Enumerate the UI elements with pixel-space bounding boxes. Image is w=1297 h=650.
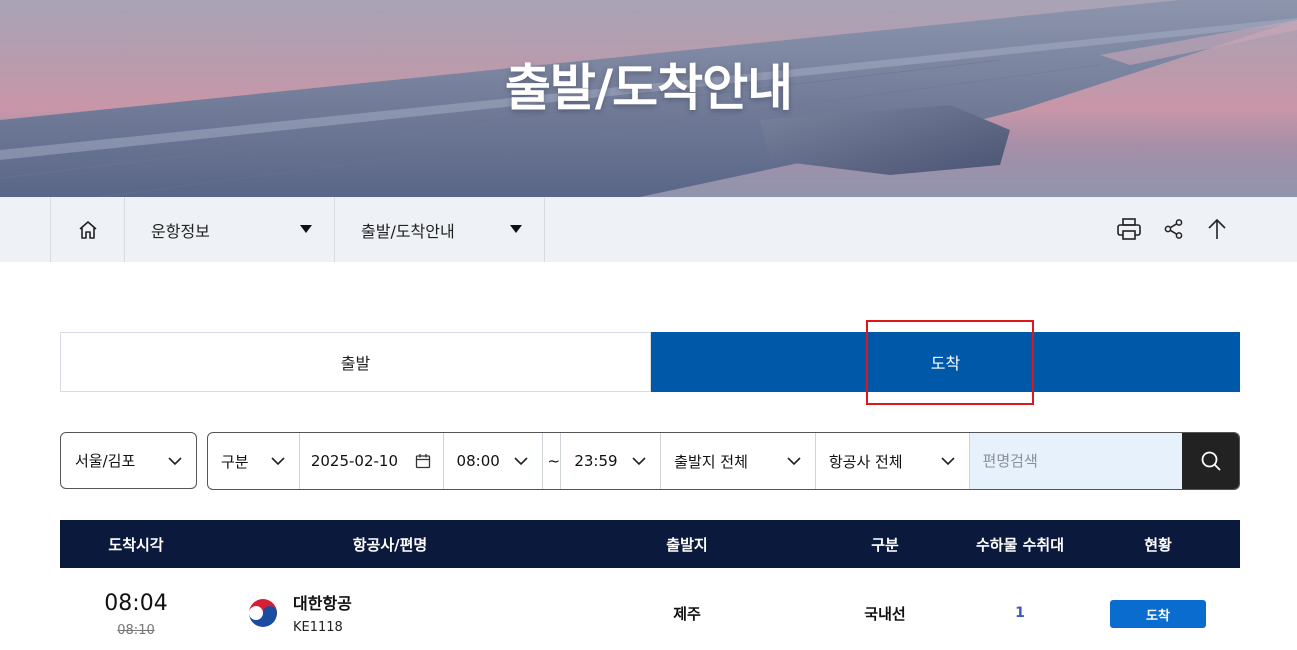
status-cell: 도착 [1076, 600, 1240, 628]
column-header-arrival-time: 도착시각 [108, 535, 164, 554]
breadcrumb-menu-operation[interactable]: 운항정보 [125, 197, 335, 262]
date-value: 2025-02-10 [310, 452, 399, 470]
calendar-icon [415, 454, 430, 469]
scroll-top-button[interactable] [1202, 214, 1232, 244]
chevron-down-icon [940, 457, 955, 466]
status-badge: 도착 [1110, 600, 1206, 628]
region-select-value: 서울/김포 [75, 452, 136, 470]
breadcrumb-menu-arrivals[interactable]: 출발/도착안내 [335, 197, 545, 262]
table-row: 08:04 08:10 대한항공 KE1118 제주 국내선 1 도착 [60, 568, 1240, 650]
flight-number: KE1118 [293, 619, 343, 635]
type-select[interactable]: 구분 [208, 433, 300, 489]
caret-down-icon [300, 225, 312, 233]
column-header-status: 현황 [1144, 535, 1172, 554]
airline-select[interactable]: 항공사 전체 [816, 433, 970, 489]
chevron-down-icon [168, 457, 182, 466]
carousel-cell: 1 [964, 598, 1076, 628]
type-select-value: 구분 [221, 452, 249, 471]
time-from-value: 08:00 [456, 452, 500, 470]
breadcrumb-menu-label: 운항정보 [151, 221, 210, 241]
scheduled-time-cell: 08:10 [60, 620, 212, 640]
flight-search-input[interactable] [969, 433, 1183, 489]
actual-time: 08:04 [104, 590, 168, 616]
column-header-airline-flight: 항공사/편명 [352, 535, 428, 554]
arrow-up-icon [1208, 218, 1226, 239]
chevron-down-icon [632, 457, 646, 466]
origin-city: 제주 [673, 604, 701, 623]
chevron-down-icon [514, 457, 528, 466]
tab-departure[interactable]: 출발 [60, 332, 651, 392]
flight-type: 국내선 [864, 604, 906, 623]
time-to-select[interactable]: 23:59 [561, 433, 662, 489]
home-icon [78, 220, 97, 239]
direction-tabs: 출발 도착 [60, 332, 1240, 392]
origin-cell: 제주 [568, 598, 806, 628]
korean-air-logo-icon [249, 599, 277, 627]
airline-name-cell: 대한항공 [293, 590, 413, 614]
origin-select[interactable]: 출발지 전체 [661, 433, 816, 489]
breadcrumb-menu-label: 출발/도착안내 [361, 221, 455, 241]
home-button[interactable] [50, 197, 125, 262]
column-header-origin: 출발지 [666, 535, 708, 554]
origin-select-value: 출발지 전체 [674, 452, 748, 471]
search-button[interactable] [1182, 433, 1239, 489]
time-range-separator: ~ [543, 433, 562, 489]
airline-select-value: 항공사 전체 [828, 452, 903, 471]
chevron-down-icon [271, 457, 285, 466]
airline-name: 대한항공 [293, 594, 352, 613]
column-header-baggage-carousel: 수하물 수취대 [975, 535, 1065, 554]
time-from-select[interactable]: 08:00 [444, 433, 544, 489]
share-button[interactable] [1159, 214, 1189, 244]
page-title: 출발/도착안내 [504, 59, 793, 117]
column-header-type: 구분 [871, 535, 899, 554]
date-field[interactable]: 2025-02-10 [300, 433, 444, 489]
search-icon [1201, 451, 1221, 471]
print-button[interactable] [1114, 214, 1144, 244]
breadcrumb: 운항정보 출발/도착안내 [0, 197, 1297, 262]
flight-number-cell: KE1118 [293, 618, 413, 636]
table-header: 도착시각 항공사/편명 출발지 구분 수하물 수취대 현황 [60, 520, 1240, 568]
baggage-carousel: 1 [1015, 605, 1025, 621]
type-cell: 국내선 [806, 598, 964, 628]
arrival-time: 08:04 [60, 588, 212, 618]
time-to-value: 23:59 [574, 452, 618, 470]
tab-arrival[interactable]: 도착 [651, 332, 1240, 392]
share-icon [1164, 219, 1183, 239]
scheduled-time: 08:10 [117, 622, 155, 638]
hero-banner: 출발/도착안내 [0, 0, 1297, 197]
print-icon [1117, 218, 1141, 240]
caret-down-icon [510, 225, 522, 233]
region-select[interactable]: 서울/김포 [60, 432, 197, 489]
filter-bar: 구분 2025-02-10 08:00 ~ 23:59 출발지 전체 항공사 전… [207, 432, 1240, 490]
chevron-down-icon [787, 457, 801, 466]
